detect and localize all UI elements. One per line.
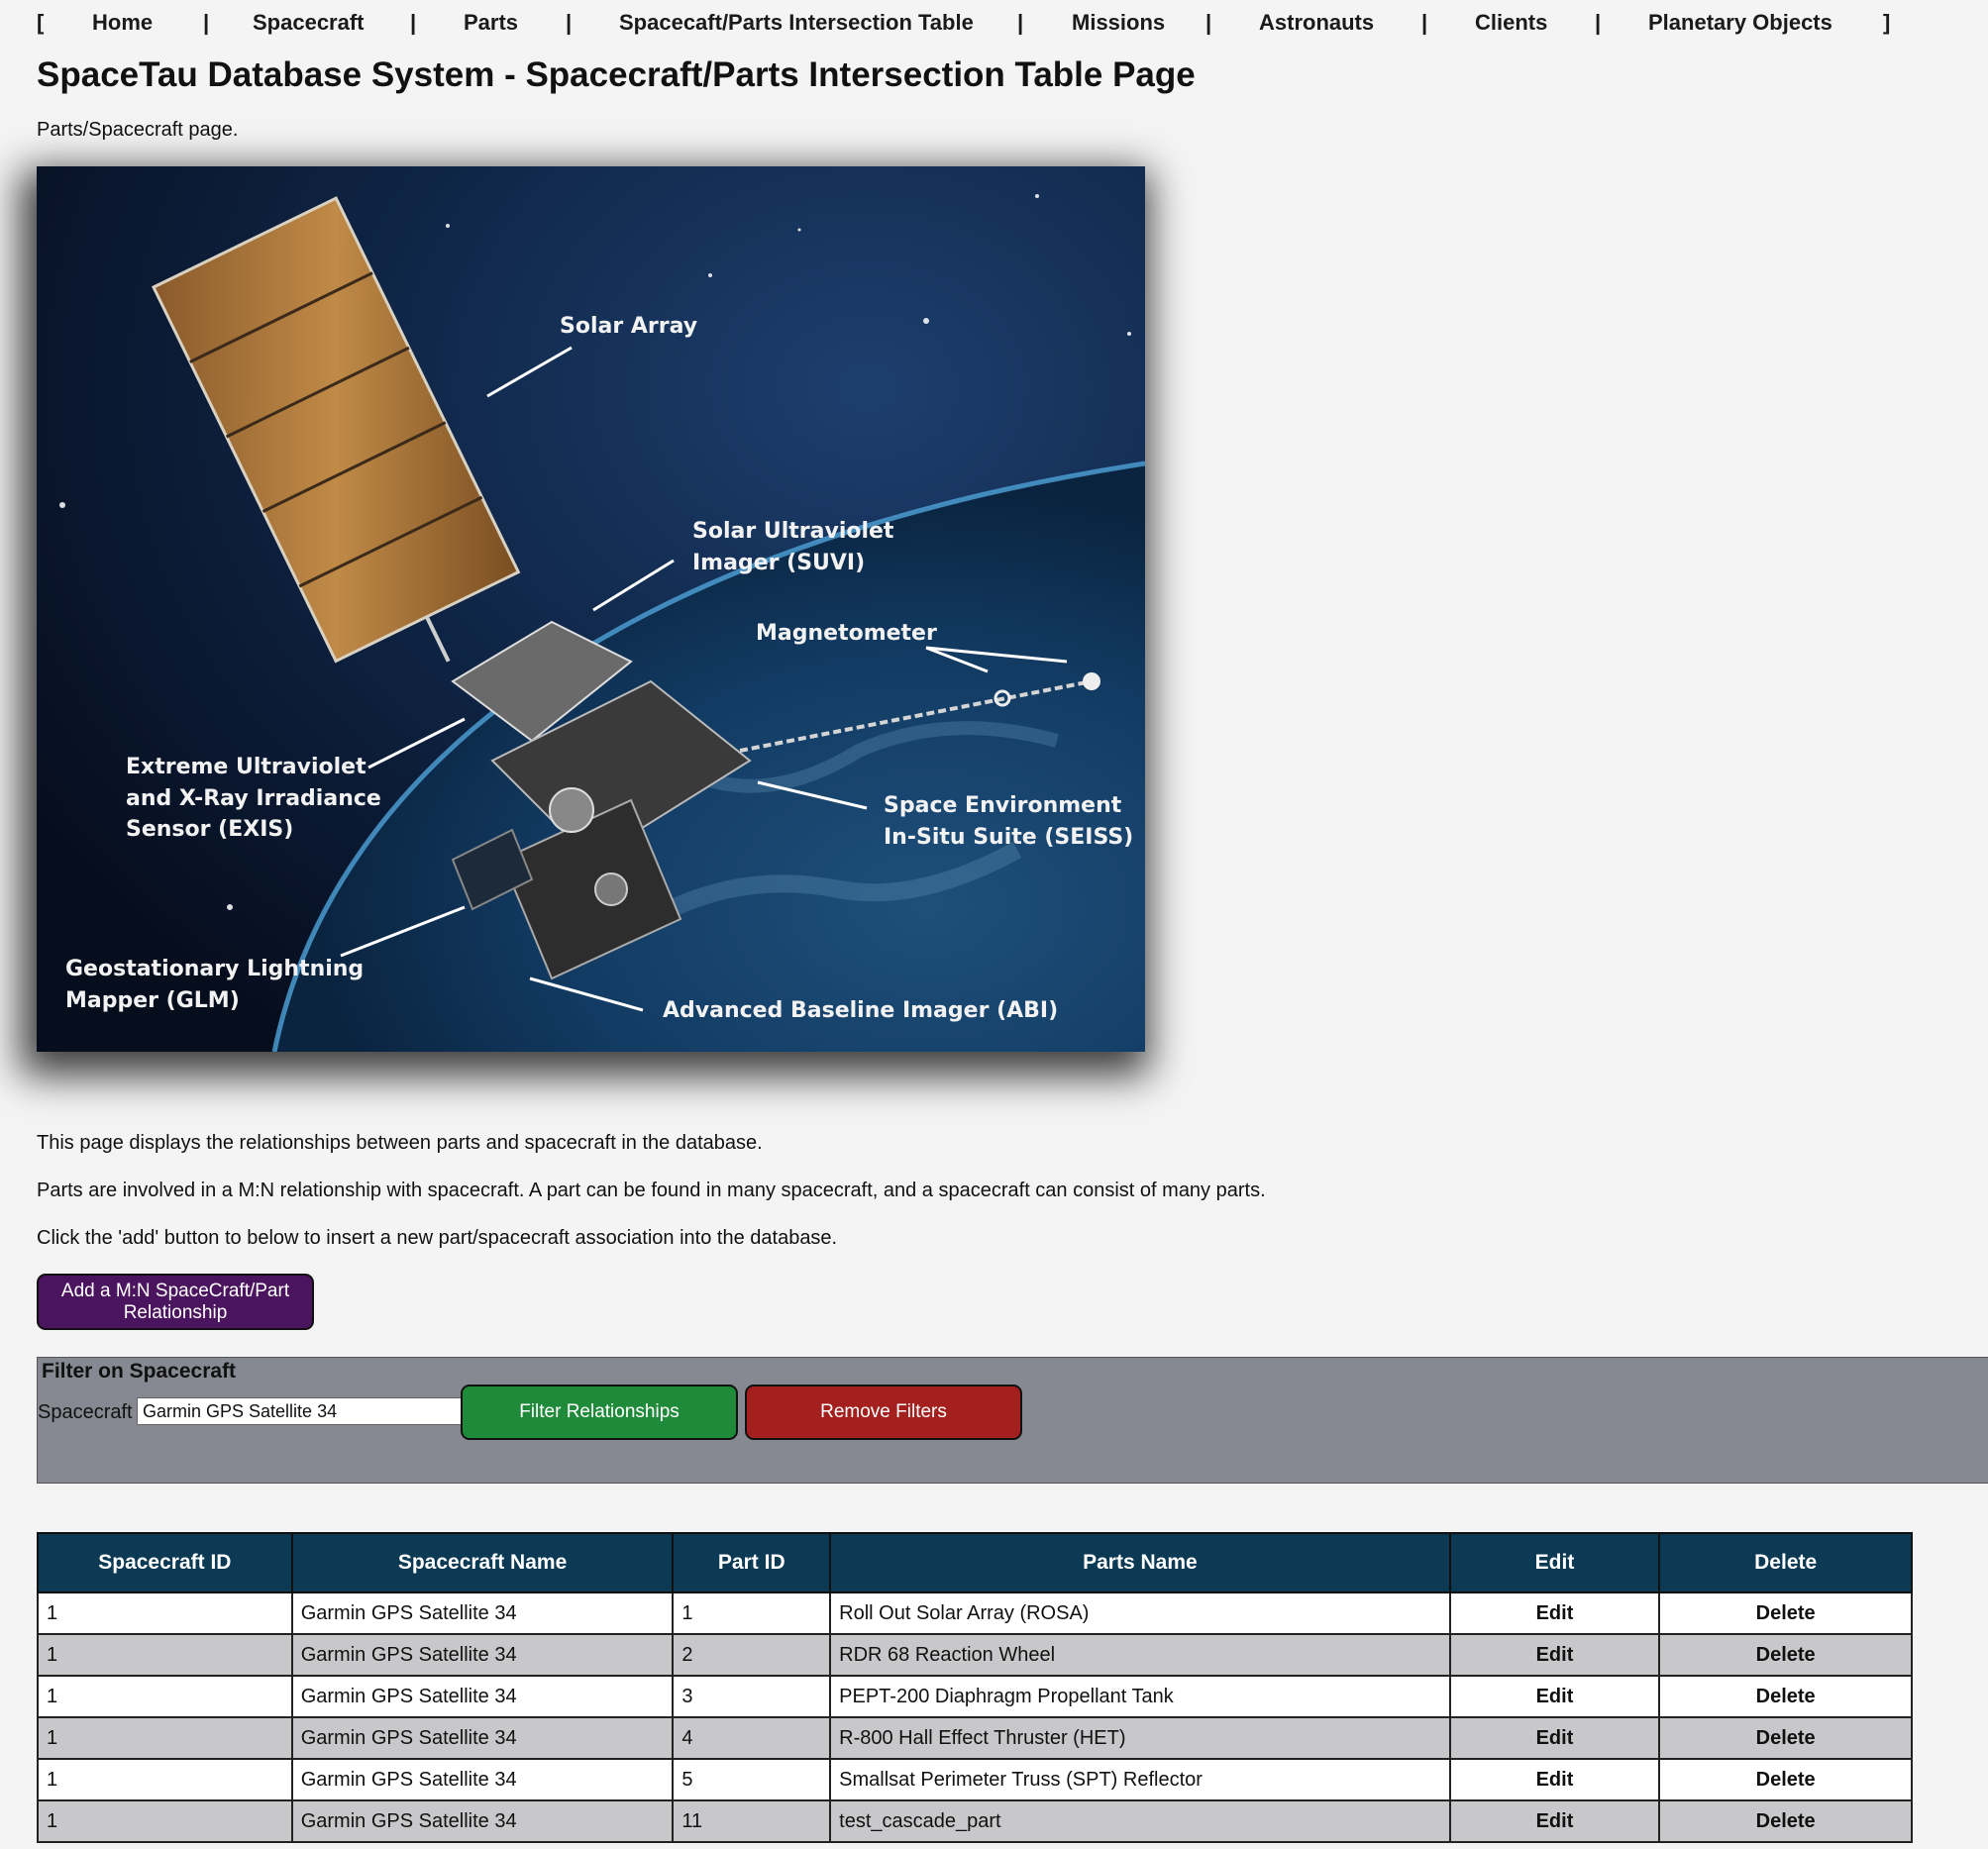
spacecraft-select-value: Garmin GPS Satellite 34	[143, 1401, 338, 1421]
table-row: 1 Garmin GPS Satellite 34 3 PEPT-200 Dia…	[37, 1675, 1913, 1718]
nav-separator: |	[1595, 10, 1602, 35]
cell-spacecraft-id: 1	[37, 1633, 293, 1677]
edit-button[interactable]: Edit	[1448, 1633, 1661, 1677]
label-solar-array: Solar Array	[560, 314, 697, 339]
nav-link-planetary-objects[interactable]: Planetary Objects	[1648, 10, 1832, 36]
cell-spacecraft-name: Garmin GPS Satellite 34	[290, 1799, 675, 1843]
label-suvi-line1: Solar Ultraviolet	[692, 519, 894, 544]
cell-spacecraft-id: 1	[37, 1758, 293, 1801]
label-suvi-line2: Imager (SUVI)	[692, 551, 865, 575]
cell-part-id: 3	[672, 1675, 832, 1718]
relationships-table: Spacecraft ID Spacecraft Name Part ID Pa…	[37, 1532, 1913, 1843]
cell-spacecraft-id: 1	[37, 1716, 293, 1760]
delete-button[interactable]: Delete	[1658, 1675, 1913, 1718]
header-delete: Delete	[1658, 1532, 1913, 1593]
cell-spacecraft-id: 1	[37, 1675, 293, 1718]
edit-button[interactable]: Edit	[1448, 1675, 1661, 1718]
spacecraft-select[interactable]: Garmin GPS Satellite 34 ⌄	[137, 1397, 490, 1425]
description-paragraph-2: Parts are involved in a M:N relationship…	[37, 1180, 1266, 1201]
nav-bracket-close: ]	[1883, 10, 1891, 35]
label-seiss-line1: Space Environment	[884, 793, 1122, 818]
cell-spacecraft-name: Garmin GPS Satellite 34	[290, 1633, 675, 1677]
cell-spacecraft-id: 1	[37, 1799, 293, 1843]
nav-link-intersection[interactable]: Spacecaft/Parts Intersection Table	[619, 10, 974, 36]
cell-part-id: 2	[672, 1633, 832, 1677]
nav-separator: |	[410, 10, 417, 35]
nav-link-clients[interactable]: Clients	[1475, 10, 1547, 36]
label-glm-line1: Geostationary Lightning	[65, 957, 364, 981]
label-seiss-line2: In-Situ Suite (SEISS)	[884, 825, 1133, 850]
cell-part-name: Smallsat Perimeter Truss (SPT) Reflector	[829, 1758, 1451, 1801]
table-header-row: Spacecraft ID Spacecraft Name Part ID Pa…	[37, 1532, 1913, 1593]
label-glm-line2: Mapper (GLM)	[65, 988, 240, 1013]
edit-button[interactable]: Edit	[1448, 1716, 1661, 1760]
cell-part-id: 1	[672, 1592, 832, 1635]
nav-link-missions[interactable]: Missions	[1072, 10, 1165, 36]
label-exis-line2: and X-Ray Irradiance	[126, 786, 381, 811]
filter-relationships-button[interactable]: Filter Relationships	[461, 1385, 738, 1440]
nav-link-astronauts[interactable]: Astronauts	[1259, 10, 1374, 36]
delete-button[interactable]: Delete	[1658, 1716, 1913, 1760]
delete-button[interactable]: Delete	[1658, 1592, 1913, 1635]
add-relationship-button[interactable]: Add a M:N SpaceCraft/Part Relationship	[37, 1274, 314, 1330]
nav-separator: |	[1017, 10, 1024, 35]
cell-spacecraft-name: Garmin GPS Satellite 34	[290, 1592, 675, 1635]
edit-button[interactable]: Edit	[1448, 1758, 1661, 1801]
table-row: 1 Garmin GPS Satellite 34 2 RDR 68 React…	[37, 1633, 1913, 1677]
nav-separator: |	[1205, 10, 1212, 35]
nav-separator: |	[1421, 10, 1428, 35]
cell-spacecraft-name: Garmin GPS Satellite 34	[290, 1675, 675, 1718]
cell-part-name: test_cascade_part	[829, 1799, 1451, 1843]
header-spacecraft-name: Spacecraft Name	[290, 1532, 675, 1593]
cell-part-name: Roll Out Solar Array (ROSA)	[829, 1592, 1451, 1635]
satellite-diagram-image: Solar Array Solar Ultraviolet Imager (SU…	[37, 166, 1145, 1052]
spacecraft-filter-label: Spacecraft	[38, 1401, 133, 1423]
header-parts-name: Parts Name	[829, 1532, 1451, 1593]
cell-part-id: 5	[672, 1758, 832, 1801]
table-row: 1 Garmin GPS Satellite 34 11 test_cascad…	[37, 1799, 1913, 1843]
label-abi: Advanced Baseline Imager (ABI)	[663, 998, 1058, 1023]
table-row: 1 Garmin GPS Satellite 34 1 Roll Out Sol…	[37, 1592, 1913, 1635]
delete-button[interactable]: Delete	[1658, 1799, 1913, 1843]
label-magnetometer: Magnetometer	[756, 621, 937, 646]
table-row: 1 Garmin GPS Satellite 34 4 R-800 Hall E…	[37, 1716, 1913, 1760]
header-edit: Edit	[1448, 1532, 1661, 1593]
cell-part-name: PEPT-200 Diaphragm Propellant Tank	[829, 1675, 1451, 1718]
page-title: SpaceTau Database System - Spacecraft/Pa…	[37, 55, 1196, 94]
edit-button[interactable]: Edit	[1448, 1799, 1661, 1843]
cell-part-id: 11	[672, 1799, 832, 1843]
cell-part-name: R-800 Hall Effect Thruster (HET)	[829, 1716, 1451, 1760]
label-exis-line3: Sensor (EXIS)	[126, 817, 293, 842]
label-exis-line1: Extreme Ultraviolet	[126, 755, 366, 779]
nav-link-home[interactable]: Home	[92, 10, 153, 36]
cell-part-name: RDR 68 Reaction Wheel	[829, 1633, 1451, 1677]
table-row: 1 Garmin GPS Satellite 34 5 Smallsat Per…	[37, 1758, 1913, 1801]
nav-link-parts[interactable]: Parts	[464, 10, 518, 36]
nav-separator: |	[566, 10, 573, 35]
header-spacecraft-id: Spacecraft ID	[37, 1532, 293, 1593]
delete-button[interactable]: Delete	[1658, 1758, 1913, 1801]
cell-spacecraft-name: Garmin GPS Satellite 34	[290, 1716, 675, 1760]
description-paragraph-3: Click the 'add' button to below to inser…	[37, 1227, 838, 1249]
edit-button[interactable]: Edit	[1448, 1592, 1661, 1635]
cell-part-id: 4	[672, 1716, 832, 1760]
description-paragraph-1: This page displays the relationships bet…	[37, 1132, 763, 1154]
nav-link-spacecraft[interactable]: Spacecraft	[253, 10, 365, 36]
delete-button[interactable]: Delete	[1658, 1633, 1913, 1677]
header-part-id: Part ID	[672, 1532, 832, 1593]
top-nav: [ Home | Spacecraft | Parts | Spacecaft/…	[37, 8, 1899, 38]
nav-separator: |	[203, 10, 210, 35]
nav-bracket-open: [	[37, 10, 45, 35]
cell-spacecraft-name: Garmin GPS Satellite 34	[290, 1758, 675, 1801]
filter-legend: Filter on Spacecraft	[42, 1360, 237, 1383]
remove-filters-button[interactable]: Remove Filters	[745, 1385, 1022, 1440]
cell-spacecraft-id: 1	[37, 1592, 293, 1635]
page-subtitle: Parts/Spacecraft page.	[37, 119, 239, 141]
